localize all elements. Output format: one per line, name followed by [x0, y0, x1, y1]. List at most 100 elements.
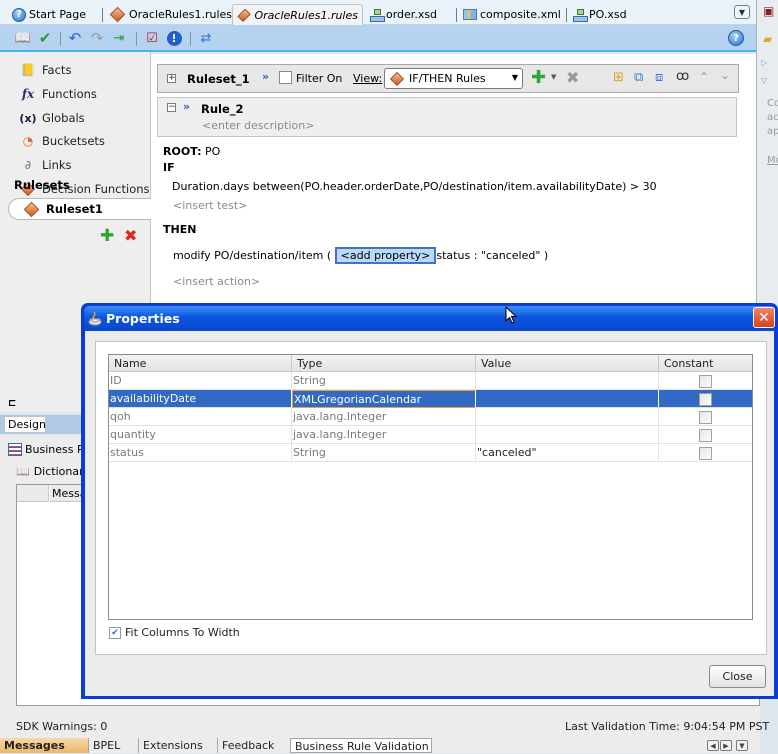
move-down-icon[interactable]: ⌄ [720, 68, 730, 82]
column-header-name[interactable]: Name [109, 355, 292, 372]
add-ruleset-button[interactable]: ✚ [100, 228, 114, 245]
fx-icon: fx [21, 87, 35, 101]
tab-po-xsd[interactable]: PO.xsd [562, 4, 631, 25]
nav-item-globals[interactable]: (x) Globals [19, 109, 85, 127]
constant-checkbox[interactable] [699, 411, 712, 424]
move-up-icon[interactable]: ⌃ [699, 70, 709, 84]
ruleset-item-ruleset1[interactable]: Ruleset1 [8, 198, 151, 220]
fit-columns-checkbox[interactable]: ✔ [109, 626, 121, 639]
collapse-triangle-icon[interactable]: ▽ [761, 76, 767, 85]
link-arrows-icon[interactable]: ⇄ [197, 29, 215, 47]
filter-on-checkbox[interactable] [279, 71, 292, 84]
tab-business-rule-validation[interactable]: Business Rule Validation [290, 738, 432, 753]
tab-oraclerules1-active[interactable]: OracleRules1.rules [232, 4, 363, 25]
dictionary-icon[interactable]: 📖 [14, 29, 32, 47]
tab-list-dropdown-button[interactable]: ▼ [734, 5, 750, 19]
table-row[interactable]: status String "canceled" [109, 444, 752, 462]
constant-checkbox[interactable] [699, 375, 712, 388]
property-value[interactable] [476, 408, 659, 426]
table-row-selected[interactable]: availabilityDate XMLGregorianCalendar [109, 390, 752, 408]
scroll-tabs-left-button[interactable]: ◀ [707, 740, 719, 751]
tab-start-page[interactable]: ? Start Page [8, 4, 90, 25]
glasses-icon[interactable]: ꝏ [676, 69, 689, 84]
property-value[interactable]: "canceled" [476, 444, 659, 462]
chevrons-down-icon[interactable]: » [262, 70, 269, 83]
delete-ruleset-button[interactable]: ✖ [124, 228, 137, 244]
info-icon[interactable]: ! [165, 29, 183, 47]
insert-test-link[interactable]: <insert test> [173, 199, 247, 212]
fit-columns-label: Fit Columns To Width [125, 626, 240, 639]
tab-messages[interactable]: Messages [0, 738, 88, 753]
tab-composite-xml[interactable]: composite.xml [452, 4, 565, 25]
import-icon[interactable]: ⇥ [110, 29, 128, 47]
tab-oraclerules1[interactable]: OracleRules1.rules [98, 4, 236, 25]
view-select[interactable]: IF/THEN Rules ▼ [384, 68, 523, 89]
expand-triangle-icon[interactable]: ▷ [761, 58, 767, 67]
add-menu-arrow-icon[interactable]: ▼ [551, 73, 556, 81]
nav-item-links[interactable]: ∂ Links [20, 156, 72, 174]
tab-design[interactable]: Design [4, 416, 46, 433]
column-header-constant[interactable]: Constant [659, 355, 752, 372]
insert-action-link[interactable]: <insert action> [173, 275, 260, 288]
rule-action: modify PO/destination/item ( <add proper… [173, 247, 548, 264]
ruleset-diamond-icon [109, 6, 126, 23]
fit-columns-option[interactable]: ✔ Fit Columns To Width [109, 626, 240, 639]
composite-icon [463, 9, 477, 20]
collapse-panel-icon[interactable]: ⊏ [8, 398, 16, 409]
nav-item-bucketsets[interactable]: ◔ Bucketsets [20, 132, 105, 150]
tab-separator [456, 7, 457, 22]
table-row[interactable]: qoh java.lang.Integer [109, 408, 752, 426]
nav-item-label: Globals [42, 111, 85, 125]
add-rule-button[interactable]: ✚ [531, 67, 546, 88]
expand-ruleset-button[interactable]: + [167, 74, 176, 83]
links-icon: ∂ [24, 158, 32, 172]
folder-icon[interactable]: ▰ [763, 32, 772, 46]
property-name: status [109, 444, 292, 462]
tab-list-menu-button[interactable]: ▼ [736, 740, 748, 751]
scroll-tabs-right-button[interactable]: ▶ [720, 740, 732, 751]
undo-icon[interactable]: ↶ [66, 29, 84, 47]
close-button[interactable]: Close [709, 665, 766, 688]
collapse-all-icon[interactable]: ⧈ [655, 70, 663, 85]
action-status-assignment[interactable]: status : "canceled" ) [436, 249, 548, 262]
property-value[interactable] [476, 372, 659, 390]
tab-feedback[interactable]: Feedback [217, 738, 290, 753]
right-panel-link[interactable]: Mo [767, 155, 778, 166]
action-text[interactable]: modify PO/destination/item ( [173, 249, 331, 262]
delete-rule-button[interactable]: ✖ [566, 68, 579, 87]
tab-bpel[interactable]: BPEL [88, 738, 138, 753]
property-value[interactable] [476, 390, 659, 408]
properties-panel-icon[interactable]: ▣ [763, 4, 774, 18]
table-row[interactable]: ID String [109, 372, 752, 390]
rule-description-input[interactable]: <enter description> [202, 119, 314, 132]
property-value[interactable] [476, 426, 659, 444]
tree-view-icon[interactable]: ⊞ [613, 70, 624, 85]
chevron-down-icon: ▼ [511, 73, 518, 82]
table-row[interactable]: quantity java.lang.Integer [109, 426, 752, 444]
rule-condition[interactable]: Duration.days between(PO.header.orderDat… [172, 180, 657, 193]
constant-checkbox[interactable] [699, 447, 712, 460]
collapse-rule-button[interactable]: − [167, 103, 176, 112]
dialog-titlebar[interactable] [84, 306, 775, 331]
validate-check-icon[interactable]: ✔ [36, 29, 54, 47]
constant-checkbox[interactable] [699, 429, 712, 442]
checklist-icon[interactable]: ☑ [143, 29, 161, 47]
chevrons-down-icon[interactable]: » [183, 100, 190, 113]
help-icon: ? [728, 30, 744, 46]
property-type: String [292, 444, 476, 462]
nav-item-functions[interactable]: fx Functions [20, 85, 97, 103]
redo-icon[interactable]: ↷ [88, 29, 106, 47]
column-header-value[interactable]: Value [476, 355, 659, 372]
constant-checkbox[interactable] [699, 393, 712, 406]
add-property-button[interactable]: <add property> [334, 247, 437, 264]
tab-order-xsd[interactable]: order.xsd [366, 4, 441, 25]
nav-item-facts[interactable]: 📒 Facts [20, 61, 72, 79]
column-header-type[interactable]: Type [292, 355, 476, 372]
dialog-close-button[interactable]: ✕ [753, 307, 775, 328]
expand-all-icon[interactable]: ⧉ [634, 70, 643, 85]
root-label: ROOT: [163, 145, 202, 158]
root-value[interactable]: PO [205, 145, 220, 158]
help-button[interactable]: ? [727, 29, 745, 47]
tab-extensions[interactable]: Extensions [138, 738, 217, 753]
property-type: XMLGregorianCalendar [292, 390, 476, 408]
